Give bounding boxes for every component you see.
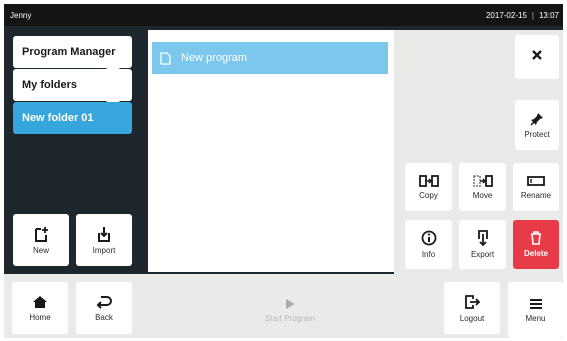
export-label: Export	[470, 250, 495, 259]
program-list: New program	[148, 30, 394, 272]
rename-button[interactable]: Rename	[513, 163, 559, 211]
date-label: 2017-02-15	[485, 10, 527, 20]
export-button[interactable]: Export	[459, 220, 506, 269]
trash-icon	[531, 231, 541, 245]
home-label: Home	[29, 312, 51, 322]
new-file-icon	[35, 226, 48, 242]
program-item-new-program[interactable]: New program	[152, 42, 388, 74]
bottom-bar: Home Back Start Program Logout Menu	[4, 274, 563, 338]
import-label: Import	[92, 245, 116, 255]
copy-label: Copy	[419, 190, 438, 200]
status-right: 2017-02-15 | 13:07	[486, 11, 559, 20]
new-button[interactable]: New	[13, 214, 69, 266]
delete-button[interactable]: Delete	[513, 220, 559, 269]
back-button[interactable]: Back	[76, 282, 132, 334]
info-button[interactable]: Info	[405, 220, 452, 269]
folder-item-my-folders[interactable]: My folders	[13, 69, 132, 101]
logout-label: Logout	[459, 313, 485, 323]
move-icon	[472, 174, 493, 187]
folder-item-label: New folder 01	[22, 112, 94, 124]
protect-label: Protect	[524, 129, 550, 139]
pin-icon	[530, 112, 543, 126]
move-button[interactable]: Move	[459, 163, 506, 211]
folder-panel: Program Manager My folders New folder 01…	[4, 30, 144, 300]
delete-label: Delete	[523, 249, 548, 258]
home-icon	[33, 295, 47, 308]
rename-icon	[527, 175, 545, 186]
main-screen: Program Manager My folders New folder 01…	[4, 26, 563, 338]
close-button[interactable]	[515, 35, 559, 79]
protect-button[interactable]: Protect	[515, 100, 559, 150]
move-label: Move	[472, 190, 493, 200]
logout-icon	[465, 294, 480, 309]
info-label: Info	[421, 250, 436, 259]
back-arrow-icon	[96, 295, 112, 309]
import-button[interactable]: Import	[76, 214, 132, 266]
menu-button[interactable]: Menu	[508, 282, 563, 338]
menu-label: Menu	[525, 313, 546, 323]
folder-item-label: Program Manager	[22, 46, 116, 58]
folder-item-label: My folders	[22, 79, 78, 91]
folder-item-new-folder-01[interactable]: New folder 01	[13, 102, 132, 134]
copy-icon	[418, 174, 439, 187]
import-icon	[98, 226, 110, 242]
folder-item-program-manager[interactable]: Program Manager	[13, 36, 132, 68]
status-bar: Jenny 2017-02-15 | 13:07	[4, 4, 563, 26]
document-icon	[160, 51, 171, 65]
program-item-label: New program	[181, 52, 248, 64]
hamburger-icon	[529, 298, 542, 309]
copy-button[interactable]: Copy	[405, 163, 452, 211]
user-name: Jenny	[10, 10, 32, 20]
logout-button[interactable]: Logout	[444, 282, 500, 334]
export-icon	[477, 230, 488, 246]
back-label: Back	[95, 312, 113, 322]
play-icon	[286, 298, 295, 309]
status-separator: |	[531, 10, 534, 20]
rename-label: Rename	[520, 190, 552, 200]
new-label: New	[32, 245, 49, 255]
action-panel: Protect Copy Move Rename Info Export Del…	[394, 30, 563, 300]
home-button[interactable]: Home	[12, 282, 68, 334]
start-program-button[interactable]: Start Program	[205, 282, 375, 338]
time-label: 13:07	[538, 10, 559, 20]
close-icon	[532, 50, 542, 60]
info-icon	[421, 230, 436, 246]
start-program-label: Start Program	[265, 313, 315, 323]
